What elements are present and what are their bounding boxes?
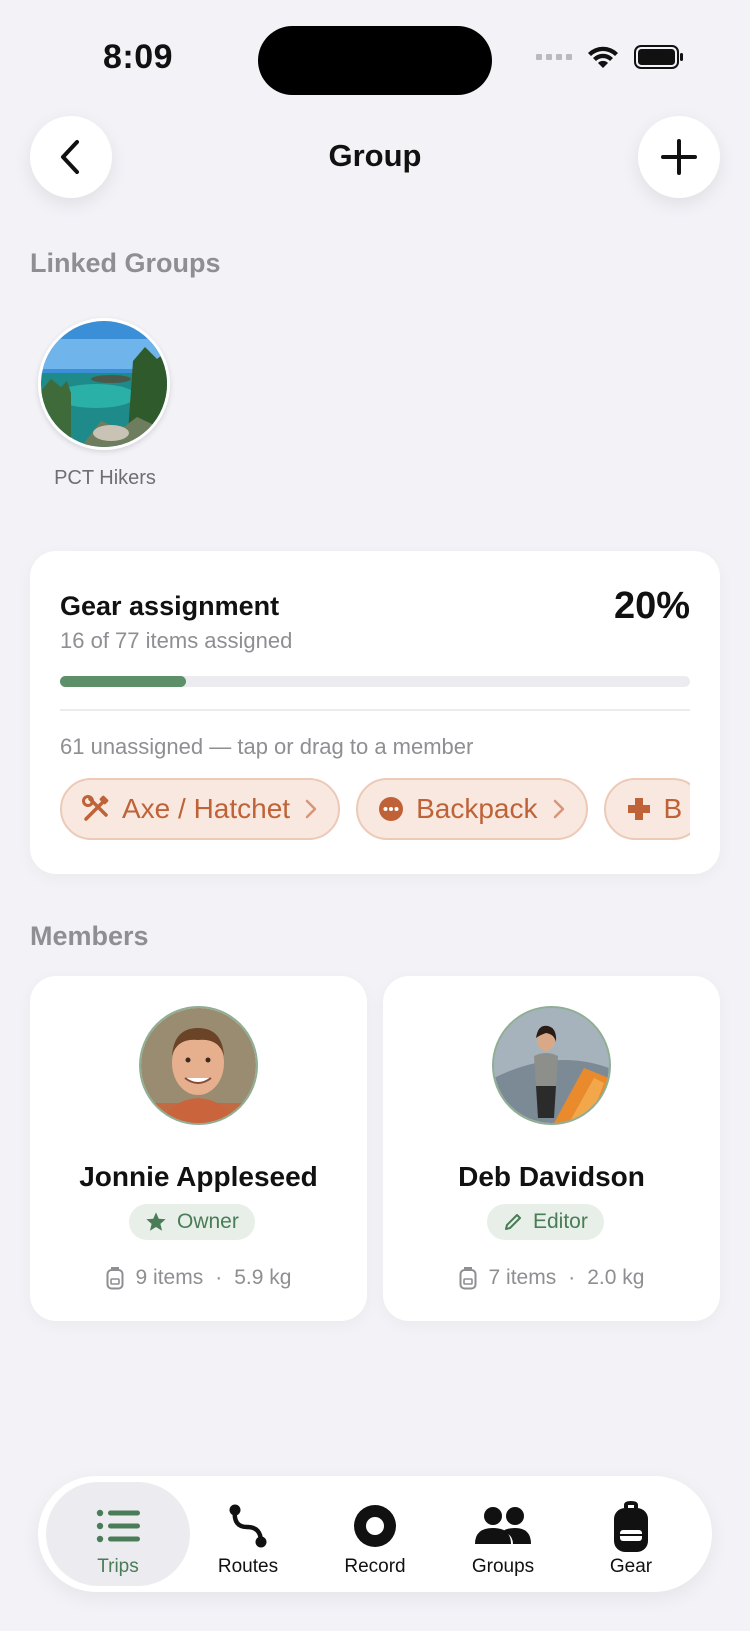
member-item-count: 9 items <box>135 1266 204 1289</box>
route-icon <box>229 1504 267 1548</box>
tab-gear[interactable]: Gear <box>559 1482 703 1586</box>
wifi-icon <box>588 46 618 68</box>
member-stats: 9 items · 5.9 kg <box>30 1266 367 1290</box>
member-name: Deb Davidson <box>458 1161 645 1192</box>
member-item-count: 7 items <box>488 1266 557 1289</box>
chip-label: Axe / Hatchet <box>122 793 291 824</box>
dynamic-island <box>258 26 492 95</box>
role-badge-owner: Owner <box>129 1204 255 1240</box>
chevron-right-icon <box>553 799 564 819</box>
battery-icon <box>634 45 683 69</box>
gear-assignment-subtitle: 16 of 77 items assigned <box>60 628 293 653</box>
gear-chip-axe-hatchet[interactable]: Axe / Hatchet <box>60 778 341 840</box>
tab-bar: Trips Routes Record Groups Gear <box>38 1476 712 1592</box>
avatar <box>492 1006 611 1125</box>
tools-icon <box>82 795 109 821</box>
members-heading: Members <box>30 921 149 951</box>
member-stats: 7 items · 2.0 kg <box>383 1266 720 1290</box>
divider <box>60 709 690 711</box>
linked-group-avatar[interactable] <box>38 318 170 450</box>
member-photo <box>494 1008 609 1123</box>
gear-chip-row[interactable]: Axe / Hatchet Backpack B <box>60 778 690 842</box>
chip-label: B <box>663 793 683 824</box>
backpack-icon <box>459 1267 477 1290</box>
chevron-right-icon <box>305 799 317 819</box>
tab-label: Trips <box>97 1556 139 1577</box>
tab-label: Gear <box>609 1556 653 1577</box>
gear-chip-partial[interactable]: B <box>603 778 690 840</box>
dots-circle-icon <box>379 797 404 821</box>
member-weight: 5.9 kg <box>234 1266 292 1289</box>
member-photo <box>141 1008 256 1123</box>
unassigned-hint: 61 unassigned — tap or drag to a member <box>60 734 474 759</box>
role-label: Editor <box>533 1210 588 1233</box>
backpack-icon <box>106 1267 124 1290</box>
role-badge-editor: Editor <box>487 1204 604 1240</box>
member-name: Jonnie Appleseed <box>79 1161 318 1192</box>
tab-routes[interactable]: Routes <box>176 1482 320 1586</box>
chip-label: Backpack <box>416 793 538 824</box>
role-label: Owner <box>177 1210 239 1233</box>
gear-assignment-card[interactable]: Gear assignment 16 of 77 items assigned … <box>30 551 720 874</box>
member-weight: 2.0 kg <box>587 1266 645 1289</box>
lake-photo <box>41 321 167 447</box>
status-indicators <box>536 44 684 70</box>
star-icon <box>146 1212 166 1231</box>
stat-separator: · <box>215 1266 223 1289</box>
gear-progress-bar <box>60 676 690 687</box>
add-button[interactable] <box>638 116 720 198</box>
tab-label: Record <box>344 1556 406 1577</box>
tab-trips[interactable]: Trips <box>46 1482 190 1586</box>
tab-label: Routes <box>217 1556 279 1577</box>
stat-separator: · <box>568 1266 576 1289</box>
record-icon <box>354 1505 396 1547</box>
pencil-icon <box>505 1214 521 1230</box>
tab-label: Groups <box>471 1556 535 1577</box>
medical-cross-icon <box>627 798 650 820</box>
backpack-icon <box>614 1501 648 1552</box>
cellular-signal-icon <box>536 54 572 60</box>
member-card[interactable]: Jonnie Appleseed Owner 9 items · 5.9 kg <box>30 976 367 1321</box>
linked-group-name: PCT Hikers <box>54 467 156 489</box>
people-icon <box>475 1507 531 1544</box>
tab-groups[interactable]: Groups <box>431 1482 575 1586</box>
gear-progress-fill <box>60 676 186 687</box>
member-card[interactable]: Deb Davidson Editor 7 items · 2.0 kg <box>383 976 720 1321</box>
list-icon <box>96 1509 140 1543</box>
plus-icon <box>661 139 697 175</box>
tab-record[interactable]: Record <box>303 1482 447 1586</box>
gear-assignment-percent: 20% <box>613 585 690 627</box>
gear-chip-backpack[interactable]: Backpack <box>356 778 588 840</box>
linked-groups-heading: Linked Groups <box>30 248 221 278</box>
status-time: 8:09 <box>103 38 174 76</box>
gear-assignment-title: Gear assignment <box>60 591 280 621</box>
avatar <box>139 1006 258 1125</box>
